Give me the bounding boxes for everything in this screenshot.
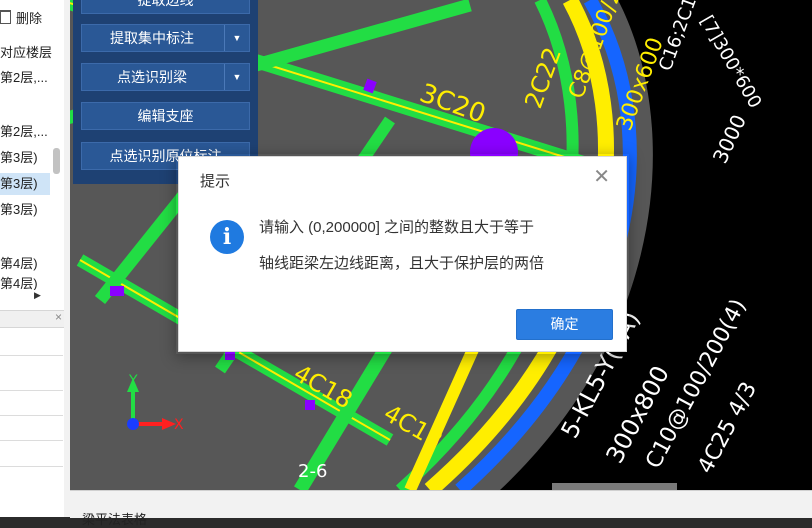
close-icon[interactable]: ✕ xyxy=(593,167,610,187)
edit-support-button[interactable]: 编辑支座 xyxy=(81,102,250,130)
pick-beam-button[interactable]: 点选识别梁 ▼ xyxy=(81,63,250,91)
dropdown-arrow-icon[interactable]: ▼ xyxy=(224,64,249,90)
info-icon: i xyxy=(210,220,244,254)
layer-item[interactable]: 第4层) xyxy=(0,276,50,290)
canvas-scrollbar[interactable] xyxy=(552,483,677,490)
axis-origin xyxy=(127,418,139,430)
divider xyxy=(0,390,63,391)
status-text: 梁平法表格 xyxy=(82,512,148,527)
panel-header: × xyxy=(0,310,67,328)
delete-button[interactable]: 删除 xyxy=(0,8,42,27)
layer-item[interactable]: 第3层) xyxy=(0,147,50,169)
delete-label: 删除 xyxy=(16,11,43,26)
divider xyxy=(0,466,63,467)
dialog-message-line2: 轴线距梁左边线距离，且大于保护层的两倍 xyxy=(259,255,545,272)
layer-item-selected[interactable]: 第3层) xyxy=(0,173,50,195)
ok-button[interactable]: 确定 xyxy=(516,309,613,340)
prompt-dialog: 提示 ✕ i 请输入 (0,200000] 之间的整数且大于等于 轴线距梁左边线… xyxy=(178,156,627,352)
divider xyxy=(0,355,63,356)
status-bar: 梁平法表格 xyxy=(70,490,812,527)
expand-arrow-icon[interactable]: ▶ xyxy=(34,290,41,301)
trash-icon xyxy=(0,10,11,24)
layer-item[interactable]: 第2层,... xyxy=(0,67,50,89)
cad-annotation: 4C18 xyxy=(379,399,447,455)
column-marker xyxy=(110,286,124,296)
extract-edge-button[interactable]: 提取边线 xyxy=(81,0,250,14)
layer-item[interactable]: 第4层) xyxy=(0,253,50,275)
dropdown-arrow-icon[interactable]: ▼ xyxy=(224,25,249,51)
cad-annotation: 2C22 xyxy=(519,44,567,112)
extract-annotation-button[interactable]: 提取集中标注 ▼ xyxy=(81,24,250,52)
column-marker xyxy=(305,400,315,410)
dialog-message-line1: 请输入 (0,200000] 之间的整数且大于等于 xyxy=(259,219,535,236)
axis-x-label: X xyxy=(174,417,184,433)
cad-annotation: 2-6 xyxy=(298,461,327,482)
dialog-title: 提示 xyxy=(200,173,231,190)
layer-header: 对应楼层 xyxy=(0,45,53,60)
divider xyxy=(0,440,63,441)
layer-item[interactable]: 第2层,... xyxy=(0,121,50,143)
close-panel-icon[interactable]: × xyxy=(55,310,62,324)
axis-y-label: Y xyxy=(128,373,138,389)
layer-item[interactable]: 第3层) xyxy=(0,199,50,221)
layer-list-scrollbar[interactable] xyxy=(53,148,60,174)
left-panel: 删除 对应楼层 第2层,... 第2层,... 第3层) 第3层) 第3层) 第… xyxy=(0,0,68,517)
divider xyxy=(0,415,63,416)
